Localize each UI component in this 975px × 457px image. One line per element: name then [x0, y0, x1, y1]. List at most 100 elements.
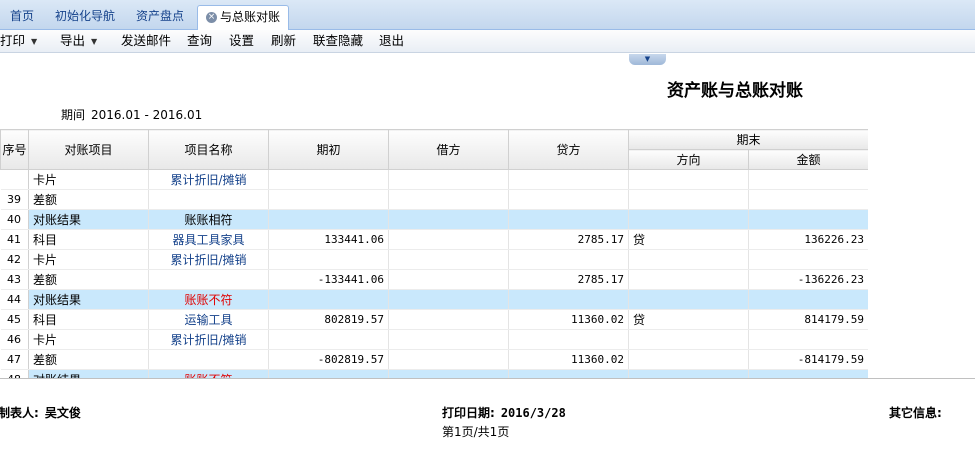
cell-item: 对账结果	[28, 209, 149, 230]
cell-item: 对账结果	[28, 369, 149, 378]
header-ending[interactable]: 期末	[627, 129, 868, 150]
cell-item: 卡片	[28, 249, 149, 270]
send-email-button[interactable]: 发送邮件	[121, 32, 171, 50]
header-seq[interactable]: 序号	[0, 129, 29, 170]
cell-name[interactable]: 账账不符	[148, 289, 269, 310]
divider	[0, 378, 975, 379]
cell-opening: -802819.57	[268, 349, 389, 370]
cell-direction	[628, 289, 749, 310]
period-label: 期间	[61, 108, 86, 122]
cell-name[interactable]: 器具工具家具	[148, 229, 269, 250]
cell-credit: 2785.17	[508, 269, 629, 290]
cell-amount	[748, 209, 868, 230]
table-row[interactable]: 43 差额 -133441.06 2785.17 -136226.23	[0, 269, 868, 290]
cell-amount: -136226.23	[748, 269, 868, 290]
table-row[interactable]: 44 对账结果 账账不符	[0, 289, 868, 310]
header-name[interactable]: 项目名称	[148, 129, 269, 170]
table-row[interactable]: 40 对账结果 账账相符	[0, 209, 868, 230]
cell-credit: 2785.17	[508, 229, 629, 250]
table-row[interactable]: 47 差额 -802819.57 11360.02 -814179.59	[0, 349, 868, 370]
cell-item: 差额	[28, 189, 149, 210]
tab-label: 初始化导航	[55, 9, 116, 23]
header-direction[interactable]: 方向	[628, 149, 749, 170]
cell-opening	[268, 209, 389, 230]
refresh-button[interactable]: 刷新	[271, 32, 296, 50]
cell-credit	[508, 369, 629, 378]
table-row[interactable]: 45 科目 运输工具 802819.57 11360.02 贷 814179.59	[0, 309, 868, 330]
header-debit[interactable]: 借方	[388, 129, 509, 170]
cell-debit	[388, 349, 509, 370]
table-row[interactable]: 48对账结果账账不符	[0, 369, 868, 378]
table-row-partial[interactable]: 卡片 累计折旧/摊销	[0, 169, 868, 190]
close-icon[interactable]: ×	[206, 12, 217, 23]
tab-label: 与总账对账	[220, 10, 281, 24]
export-button[interactable]: 导出 ▼	[60, 32, 97, 50]
cell-name[interactable]: 运输工具	[148, 309, 269, 330]
export-label: 导出	[60, 33, 86, 48]
cell-credit: 11360.02	[508, 309, 629, 330]
cell-seq: 47	[0, 349, 29, 370]
cell-amount: -814179.59	[748, 349, 868, 370]
cell-name[interactable]: 账账不符	[148, 369, 269, 378]
cell-credit	[508, 209, 629, 230]
settings-button[interactable]: 设置	[229, 32, 254, 50]
page-info: 第1页/共1页	[442, 425, 510, 439]
cell-name[interactable]: 累计折旧/摊销	[148, 329, 269, 350]
header-opening[interactable]: 期初	[268, 129, 389, 170]
cell-opening	[268, 169, 389, 190]
header-credit[interactable]: 贷方	[508, 129, 629, 170]
tab-reconcile-ledger[interactable]: × 与总账对账	[197, 5, 290, 30]
table-row[interactable]: 46 卡片 累计折旧/摊销	[0, 329, 868, 350]
cell-direction	[628, 369, 749, 378]
cell-name[interactable]: 累计折旧/摊销	[148, 249, 269, 270]
cell-item: 对账结果	[28, 289, 149, 310]
cell-debit	[388, 369, 509, 378]
cell-item: 科目	[28, 309, 149, 330]
cell-seq: 40	[0, 209, 29, 230]
header-amount[interactable]: 金额	[747, 149, 868, 170]
cell-credit	[508, 189, 629, 210]
cell-direction	[628, 349, 749, 370]
print-date-value: 2016/3/28	[500, 406, 566, 420]
cell-opening	[268, 329, 389, 350]
cell-seq: 44	[0, 289, 29, 310]
cell-debit	[388, 289, 509, 310]
cell-credit	[508, 249, 629, 270]
table-row[interactable]: 41 科目 器具工具家具 133441.06 2785.17 贷 136226.23	[0, 229, 868, 250]
cell-direction: 贷	[628, 309, 749, 330]
toolbar: 打印 ▼ 导出 ▼ 发送邮件 查询 设置 刷新 联查隐藏 退出	[0, 30, 975, 53]
tab-label: 资产盘点	[136, 9, 185, 23]
print-date: 打印日期: 2016/3/28	[442, 404, 566, 421]
cell-credit	[508, 169, 629, 190]
link-hide-button[interactable]: 联查隐藏	[313, 32, 363, 50]
cell-debit	[388, 269, 509, 290]
tab-bar: 首页 初始化导航 资产盘点 × 与总账对账	[0, 0, 975, 30]
cell-name[interactable]: 累计折旧/摊销	[148, 169, 269, 190]
cell-item: 差额	[28, 269, 149, 290]
table-row[interactable]: 42 卡片 累计折旧/摊销	[0, 249, 868, 270]
cell-debit	[388, 249, 509, 270]
print-button[interactable]: 打印 ▼	[0, 32, 37, 50]
cell-opening	[268, 289, 389, 310]
cell-amount	[748, 369, 868, 378]
preparer-label: 制表人:	[0, 406, 39, 420]
cell-seq: 48	[0, 369, 29, 378]
period-line: 期间 2016.01 - 2016.01	[61, 106, 202, 123]
cell-amount	[748, 249, 868, 270]
tab-home[interactable]: 首页	[2, 5, 42, 28]
cell-seq: 45	[0, 309, 29, 330]
exit-button[interactable]: 退出	[379, 32, 404, 50]
cell-debit	[388, 209, 509, 230]
table-row[interactable]: 39 差额	[0, 189, 868, 210]
cell-seq: 46	[0, 329, 29, 350]
query-button[interactable]: 查询	[187, 32, 212, 50]
collapse-toggle[interactable]: ▼	[629, 54, 666, 65]
tab-asset-count[interactable]: 资产盘点	[128, 5, 192, 28]
preparer-value: 吴文俊	[44, 406, 81, 420]
cell-seq: 42	[0, 249, 29, 270]
tab-init-nav[interactable]: 初始化导航	[47, 5, 123, 28]
cell-amount: 814179.59	[748, 309, 868, 330]
cell-direction	[628, 209, 749, 230]
cell-name[interactable]: 账账相符	[148, 209, 269, 230]
header-item[interactable]: 对账项目	[28, 129, 149, 170]
